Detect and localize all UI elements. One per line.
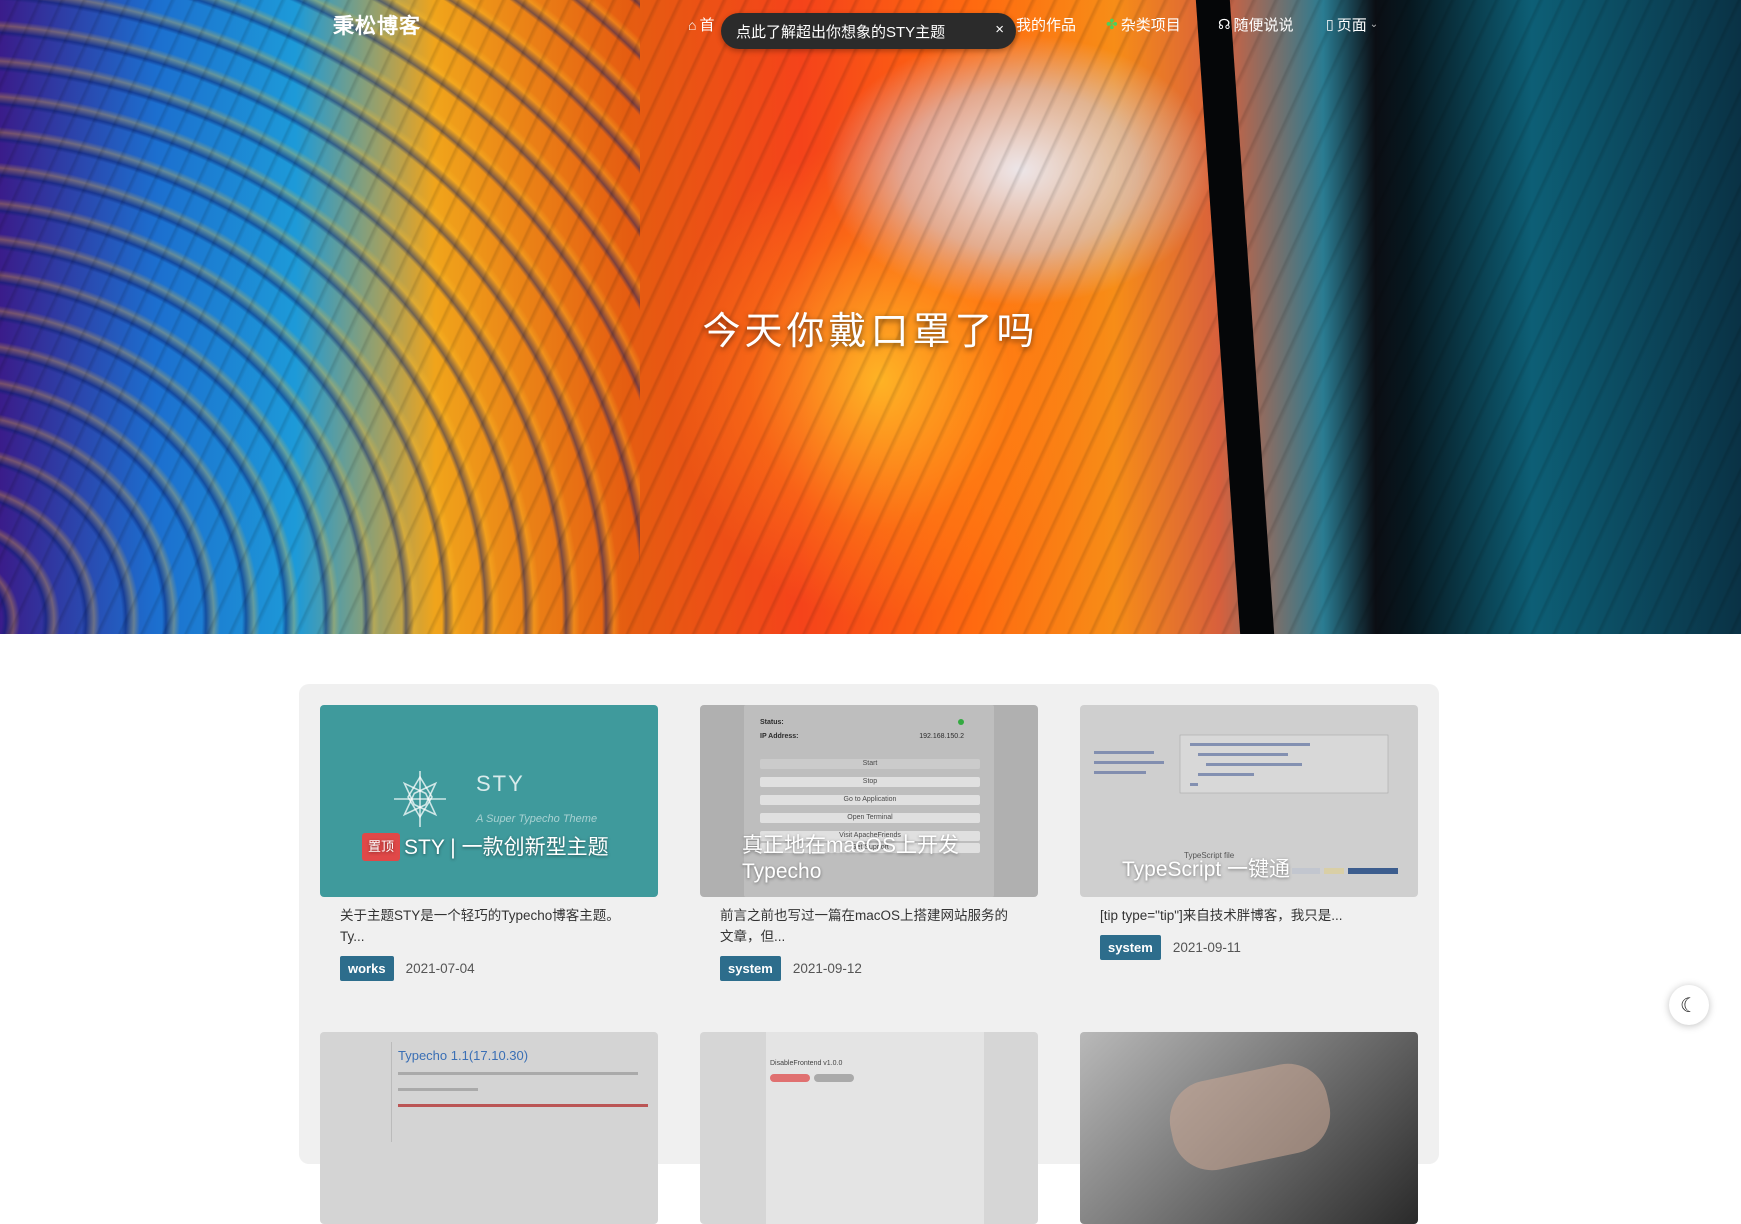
puzzle-icon: ✤ xyxy=(1106,16,1118,32)
post-thumbnail[interactable]: DisableFrontend v1.0.0 xyxy=(700,1032,1038,1224)
post-excerpt: [tip type="tip"]来自技术胖博客，我只是... xyxy=(1100,908,1343,923)
thumb-line xyxy=(398,1088,478,1091)
hero-title: 今天你戴口罩了吗 xyxy=(702,309,1039,353)
nav-item-label: 随便说说 xyxy=(1233,17,1294,34)
top-navbar: 秉松博客 ⌂ 首 我的作品 ✤ 杂类项目 ☊ 随便说说 ▯ 页面 ⌄ 点此了解超… xyxy=(0,0,1741,49)
thumb-badge xyxy=(814,1074,854,1082)
pinned-badge: 置顶 xyxy=(362,833,401,861)
thumb-line xyxy=(398,1072,638,1075)
hands-photo xyxy=(1162,1056,1338,1178)
home-icon: ⌂ xyxy=(688,16,697,33)
sidebar-mock xyxy=(326,1042,392,1142)
post-title[interactable]: 置顶 STY | 一款创新型主题 xyxy=(362,833,630,861)
nav-item-pages[interactable]: ▯ 页面 ⌄ xyxy=(1326,14,1378,35)
category-tag[interactable]: works xyxy=(340,956,394,981)
post-thumbnail[interactable]: STY A Super Typecho Theme 置顶 STY | 一款创新型主… xyxy=(320,705,658,897)
nav-item-label: 杂类项目 xyxy=(1120,17,1181,34)
promo-toast[interactable]: 点此了解超出你想象的STY主题 × xyxy=(721,13,1016,49)
post-title-text[interactable]: STY | 一款创新型主题 xyxy=(404,836,609,859)
nav-item-home[interactable]: ⌂ 首 xyxy=(688,14,714,35)
post-thumbnail[interactable]: Typecho 1.1(17.10.30) xyxy=(320,1032,658,1224)
thumb-line xyxy=(398,1104,648,1107)
chevron-down-icon: ⌄ xyxy=(1369,19,1379,30)
post-title[interactable]: TypeScript 一键通 xyxy=(1122,857,1390,883)
thumb-subtitle: A Super Typecho Theme xyxy=(476,813,598,825)
post-thumbnail[interactable]: TypeScript file TypeScript 一键通 xyxy=(1080,705,1418,897)
nav-item-label: 首 xyxy=(699,17,715,34)
page-icon: ▯ xyxy=(1326,16,1334,32)
post-meta: system 2021-09-12 xyxy=(700,956,1038,981)
post-grid: STY A Super Typecho Theme 置顶 STY | 一款创新型主… xyxy=(299,684,1439,1224)
thumb-heading: Typecho 1.1(17.10.30) xyxy=(398,1048,529,1063)
post-meta: system 2021-09-11 xyxy=(1080,935,1418,960)
post-excerpt: 关于主题STY是一个轻巧的Typecho博客主题。Ty... xyxy=(340,908,620,944)
sty-logo-icon xyxy=(394,771,446,827)
nav-item-talk[interactable]: ☊ 随便说说 xyxy=(1218,14,1293,35)
post-excerpt: 前言之前也写过一篇在macOS上搭建网站服务的文章，但... xyxy=(720,908,1009,944)
post-card[interactable] xyxy=(1080,1032,1418,1224)
post-meta: works 2021-07-04 xyxy=(320,956,658,981)
toast-text[interactable]: 点此了解超出你想象的STY主题 xyxy=(736,21,945,42)
hero-banner: 今天你戴口罩了吗 xyxy=(0,0,1741,634)
post-date: 2021-07-04 xyxy=(405,961,475,976)
headphones-icon: ☊ xyxy=(1218,16,1231,32)
thumb-badge xyxy=(770,1074,810,1082)
nav-item-works[interactable]: 我的作品 xyxy=(1016,14,1076,35)
post-card[interactable]: TypeScript file TypeScript 一键通 [tip type… xyxy=(1080,705,1418,960)
nav-item-label: 我的作品 xyxy=(1016,17,1077,34)
nav-item-misc[interactable]: ✤ 杂类项目 xyxy=(1106,14,1181,35)
site-brand[interactable]: 秉松博客 xyxy=(333,10,421,40)
post-title[interactable]: 真正地在macOS上开发Typecho xyxy=(742,833,1010,885)
moon-icon: ☾ xyxy=(1680,994,1698,1017)
post-date: 2021-09-12 xyxy=(792,961,862,976)
thumb-heading: DisableFrontend v1.0.0 xyxy=(770,1060,843,1067)
post-thumbnail[interactable] xyxy=(1080,1032,1418,1224)
post-card[interactable]: Status: IP Address: 192.168.150.2 Start … xyxy=(700,705,1038,981)
category-tag[interactable]: system xyxy=(720,956,781,981)
thumb-brand: STY xyxy=(476,771,525,796)
close-icon[interactable]: × xyxy=(995,21,1004,38)
dark-mode-toggle[interactable]: ☾ xyxy=(1669,985,1709,1025)
post-thumbnail[interactable]: Status: IP Address: 192.168.150.2 Start … xyxy=(700,705,1038,897)
post-card[interactable]: DisableFrontend v1.0.0 xyxy=(700,1032,1038,1224)
post-card[interactable]: Typecho 1.1(17.10.30) xyxy=(320,1032,658,1224)
nav-item-label: 页面 xyxy=(1336,17,1367,34)
category-tag[interactable]: system xyxy=(1100,935,1161,960)
post-date: 2021-09-11 xyxy=(1172,940,1241,955)
post-card[interactable]: STY A Super Typecho Theme 置顶 STY | 一款创新型主… xyxy=(320,705,658,981)
